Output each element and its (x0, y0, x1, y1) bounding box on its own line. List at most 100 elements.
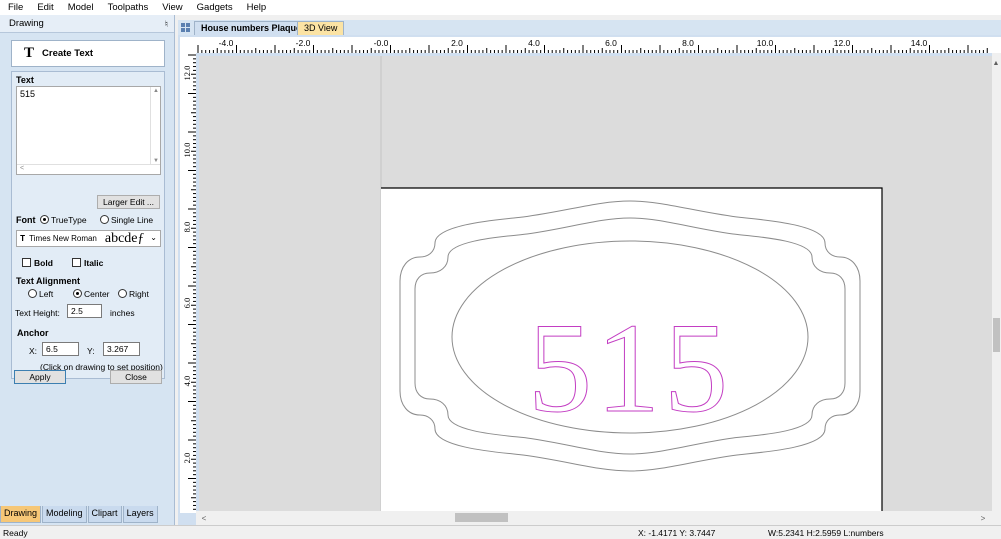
v-ruler-label: 10.0 (182, 143, 192, 158)
grid-icon[interactable] (181, 23, 190, 32)
drawing-panel: Drawing ♮ T Create Text Text 515 ▲ ▼ < L… (0, 15, 175, 525)
document-tabs: House numbers Plaque 3D View (178, 20, 1001, 35)
h-ruler-label: 4.0 (528, 38, 540, 48)
h-ruler-label: 12.0 (834, 38, 851, 48)
menu-model[interactable]: Model (60, 0, 100, 15)
h-ruler-label: 14.0 (911, 38, 928, 48)
horizontal-scrollbar[interactable]: < > (196, 511, 1001, 525)
truetype-radio[interactable] (40, 215, 49, 224)
truetype-font-icon: 𝐓 (20, 233, 26, 243)
font-truetype-option[interactable]: TrueType (40, 215, 87, 225)
italic-label: Italic (84, 258, 104, 268)
drawing-canvas[interactable]: -4.0 -2.0 -0.0 2.0 4.0 6.0 8.0 10.0 12.0… (178, 35, 1001, 525)
align-left-label: Left (39, 289, 54, 299)
close-button[interactable]: Close (110, 370, 162, 384)
horizontal-ruler: -4.0 -2.0 -0.0 2.0 4.0 6.0 8.0 10.0 12.0… (180, 37, 1001, 53)
menu-edit[interactable]: Edit (29, 0, 59, 15)
menu-toolpaths[interactable]: Toolpaths (100, 0, 155, 15)
tab-layers[interactable]: Layers (122, 506, 158, 523)
font-label: Font (16, 215, 36, 225)
svg-text:▲: ▲ (993, 60, 1000, 67)
bold-checkbox[interactable] (22, 258, 31, 267)
status-coordinates: X: -1.4171 Y: 3.7447 (638, 528, 716, 538)
bold-option[interactable]: Bold (22, 258, 53, 268)
font-single-line-option[interactable]: Single Line (100, 215, 153, 225)
create-text-header: T Create Text (11, 40, 165, 67)
h-ruler-label: 2.0 (451, 38, 463, 48)
text-height-label: Text Height: (15, 308, 60, 318)
text-height-input[interactable]: 2.5 (67, 304, 102, 318)
create-text-label: Create Text (42, 48, 94, 59)
panel-title: Drawing (9, 18, 44, 29)
anchor-x-input[interactable]: 6.5 (42, 342, 79, 356)
larger-edit-button[interactable]: Larger Edit ... (97, 195, 160, 209)
scroll-left-icon[interactable]: < (20, 165, 24, 172)
italic-option[interactable]: Italic (72, 258, 103, 268)
tab-3d-view[interactable]: 3D View (297, 21, 345, 35)
v-ruler-label: 6.0 (182, 298, 192, 309)
text-tool-icon: T (24, 45, 35, 61)
status-bar: Ready X: -1.4171 Y: 3.7447 W:5.2341 H:2.… (0, 525, 1001, 539)
menu-gadgets[interactable]: Gadgets (189, 0, 239, 15)
h-ruler-label: 6.0 (605, 38, 617, 48)
status-ready: Ready (3, 528, 28, 538)
tab-drawing[interactable]: Drawing (0, 506, 42, 523)
chevron-down-icon[interactable]: ⌄ (150, 233, 157, 242)
anchor-x-label: X: (29, 346, 38, 356)
align-center-option[interactable]: Center (73, 289, 110, 299)
svg-text:<: < (202, 514, 207, 523)
vertical-scrollbar[interactable]: ▲ (992, 53, 1001, 513)
h-ruler-label: -2.0 (296, 38, 311, 48)
text-input-hscroll[interactable]: < (17, 164, 160, 174)
svg-text:>: > (981, 514, 986, 523)
status-selection-size: W:5.2341 H:2.5959 L:numbers (768, 528, 884, 538)
menu-help[interactable]: Help (239, 0, 273, 15)
align-center-radio[interactable] (73, 289, 82, 298)
apply-button[interactable]: Apply (14, 370, 66, 384)
vertical-ruler: 12.0 10.0 8.0 6.0 4.0 2.0 (180, 53, 196, 513)
text-input[interactable]: 515 ▲ ▼ < (16, 86, 161, 175)
font-select[interactable]: 𝐓 Times New Roman abcdeƒ ⌄ (16, 230, 161, 247)
align-center-label: Center (84, 289, 110, 299)
vertical-scroll-thumb[interactable] (993, 318, 1000, 352)
plaque-text-vectors[interactable]: 515 (528, 297, 732, 440)
single-line-radio[interactable] (100, 215, 109, 224)
v-ruler-label: 2.0 (182, 453, 192, 464)
anchor-y-label: Y: (87, 346, 95, 356)
menu-view[interactable]: View (154, 0, 188, 15)
scroll-up-icon[interactable]: ▲ (152, 88, 160, 94)
h-ruler-label: -0.0 (374, 38, 389, 48)
bold-label: Bold (34, 258, 53, 268)
anchor-y-input[interactable]: 3.267 (103, 342, 140, 356)
pin-icon[interactable]: ♮ (165, 15, 168, 33)
text-height-unit: inches (110, 308, 135, 318)
tab-modeling[interactable]: Modeling (42, 506, 87, 523)
horizontal-scroll-thumb[interactable] (455, 513, 508, 522)
align-right-option[interactable]: Right (118, 289, 149, 299)
h-ruler-label: -4.0 (219, 38, 234, 48)
v-ruler-label: 4.0 (182, 376, 192, 387)
create-text-options: Text 515 ▲ ▼ < Larger Edit ... Font True… (11, 71, 165, 379)
align-left-option[interactable]: Left (28, 289, 53, 299)
h-ruler-label: 10.0 (757, 38, 774, 48)
v-ruler-label: 8.0 (182, 222, 192, 233)
text-input-vscroll[interactable]: ▲ ▼ (150, 87, 160, 165)
anchor-label: Anchor (17, 328, 49, 338)
italic-checkbox[interactable] (72, 258, 81, 267)
font-sample: abcdeƒ (104, 230, 145, 246)
menu-file[interactable]: File (0, 0, 29, 15)
align-right-radio[interactable] (118, 289, 127, 298)
text-input-value: 515 (20, 89, 36, 99)
menu-bar: File Edit Model Toolpaths View Gadgets H… (0, 0, 1001, 15)
drawing-viewport[interactable]: -4.0 -2.0 -0.0 2.0 4.0 6.0 8.0 10.0 12.0… (178, 35, 1001, 525)
single-line-label: Single Line (111, 215, 154, 225)
alignment-label: Text Alignment (16, 276, 81, 286)
text-section-label: Text (16, 75, 34, 85)
h-ruler-label: 8.0 (682, 38, 694, 48)
panel-title-bar: Drawing ♮ (0, 15, 174, 33)
tab-clipart[interactable]: Clipart (87, 506, 122, 523)
tab-house-numbers-plaque[interactable]: House numbers Plaque (194, 21, 309, 35)
align-left-radio[interactable] (28, 289, 37, 298)
font-name: Times New Roman (29, 234, 97, 243)
panel-tabs: Drawing Modeling Clipart Layers (0, 506, 159, 523)
